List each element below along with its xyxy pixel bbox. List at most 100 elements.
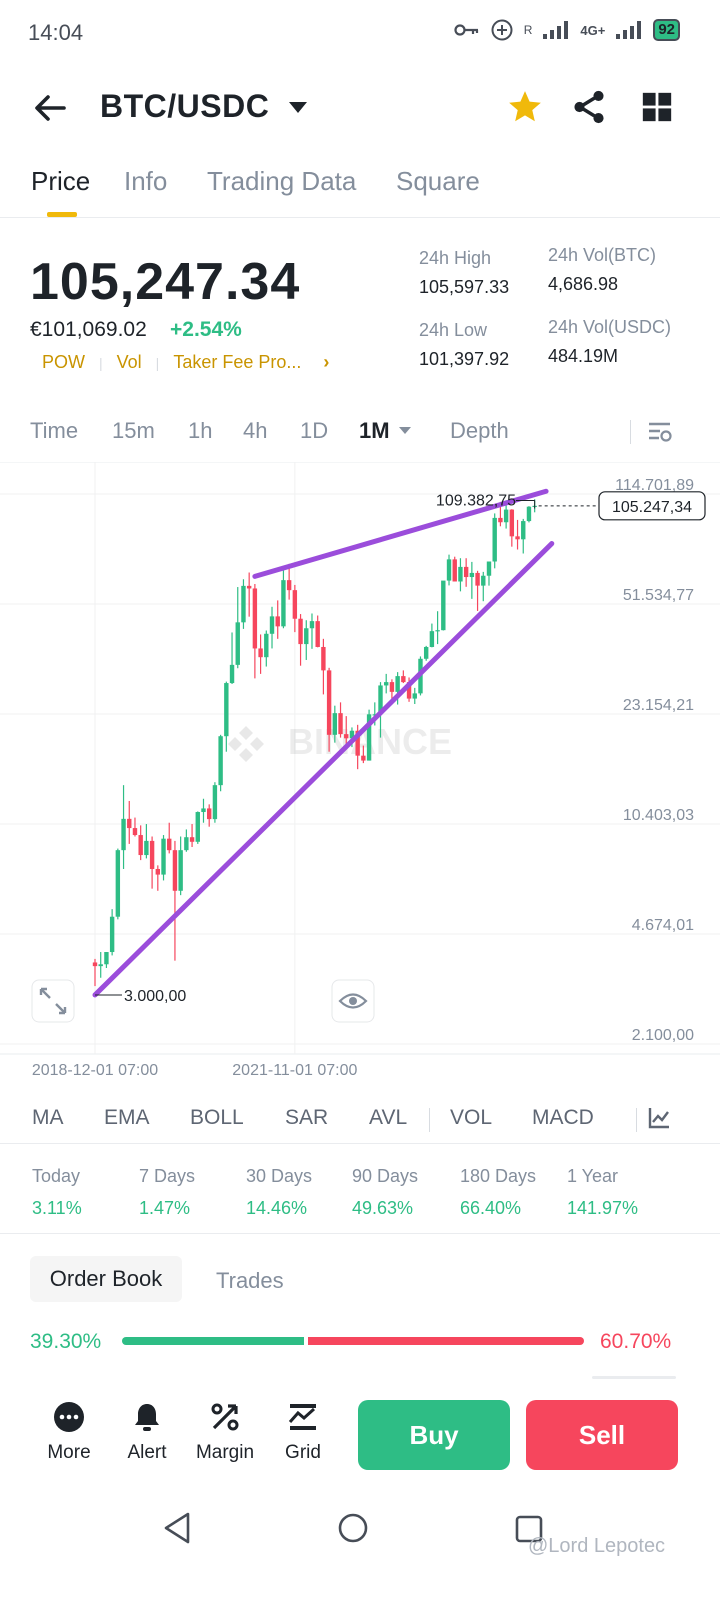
- tab-info[interactable]: Info: [124, 166, 167, 197]
- chart-settings-icon[interactable]: [646, 418, 674, 446]
- candle-body: [492, 517, 497, 562]
- bid-ratio-fill: [122, 1337, 304, 1345]
- candle-body: [144, 840, 149, 856]
- candle-body: [481, 575, 486, 586]
- candle-body: [326, 670, 332, 735]
- interval-depth[interactable]: Depth: [450, 418, 509, 444]
- tab-order-book[interactable]: Order Book: [30, 1256, 182, 1302]
- candle-body: [115, 850, 121, 917]
- buy-button[interactable]: Buy: [358, 1400, 510, 1470]
- more-action[interactable]: More: [33, 1400, 105, 1464]
- grid-layout-icon[interactable]: [640, 90, 674, 124]
- candle-body: [384, 682, 389, 686]
- y-tick-label: 10.403,03: [623, 807, 694, 824]
- candle-body: [503, 509, 509, 523]
- indicator-boll[interactable]: BOLL: [190, 1106, 244, 1130]
- indicator-sar[interactable]: SAR: [285, 1106, 328, 1130]
- perf-label-30d: 30 Days: [246, 1166, 313, 1186]
- alert-label: Alert: [127, 1442, 167, 1463]
- sell-button[interactable]: Sell: [526, 1400, 678, 1470]
- candle-body: [104, 952, 109, 965]
- candle-body: [309, 621, 315, 629]
- tag-taker-fee[interactable]: Taker Fee Pro...: [173, 352, 301, 373]
- candle-body: [395, 676, 400, 692]
- candle-body: [172, 850, 178, 891]
- status-icons: R 4G+ 92: [454, 18, 680, 42]
- tag-pow[interactable]: POW: [42, 352, 85, 373]
- tab-price[interactable]: Price: [31, 166, 90, 197]
- candle-body: [509, 509, 515, 537]
- fiat-price: €101,069.02: [30, 318, 147, 341]
- interval-15m[interactable]: 15m: [112, 418, 155, 444]
- divider: [429, 1108, 430, 1132]
- 24h-vol-usdc-value: 484.19M: [548, 346, 619, 366]
- margin-action[interactable]: Margin: [189, 1400, 261, 1464]
- chevron-right-icon[interactable]: ›: [323, 352, 329, 373]
- candle-body: [498, 517, 503, 523]
- candle-body: [441, 580, 446, 631]
- low-marker-label: 3.000,00: [124, 988, 186, 1005]
- bid-percentage: 39.30%: [30, 1330, 102, 1353]
- grid-action[interactable]: Grid: [267, 1400, 339, 1464]
- tag-separator: |: [155, 354, 160, 371]
- candle-body: [446, 559, 452, 581]
- back-arrow-icon[interactable]: [30, 88, 70, 128]
- grid-bot-icon[interactable]: [286, 1400, 320, 1434]
- indicator-macd[interactable]: MACD: [532, 1106, 594, 1130]
- visibility-toggle-button[interactable]: [331, 979, 375, 1023]
- perf-value-1y: 141.97%: [567, 1198, 639, 1218]
- indicator-avl[interactable]: AVL: [369, 1106, 407, 1130]
- tab-square[interactable]: Square: [396, 166, 480, 197]
- divider: [636, 1108, 637, 1132]
- more-icon[interactable]: [52, 1400, 86, 1434]
- candle-body: [127, 818, 132, 829]
- interval-1m[interactable]: 1M: [359, 418, 390, 444]
- expand-chart-button[interactable]: [31, 979, 75, 1023]
- battery-icon: 92: [653, 19, 680, 41]
- pair-title[interactable]: BTC/USDC: [100, 88, 269, 125]
- candle-body: [201, 808, 206, 813]
- tag-vol[interactable]: Vol: [117, 352, 142, 373]
- candle-body: [304, 628, 309, 645]
- indicator-ema[interactable]: EMA: [104, 1106, 150, 1130]
- perf-label-today: Today: [32, 1166, 81, 1186]
- candle-body: [469, 572, 475, 578]
- candle-body: [292, 590, 298, 619]
- credit-watermark: @Lord Lepotec: [528, 1535, 666, 1557]
- perf-value-30d: 14.46%: [246, 1198, 308, 1218]
- 24h-low-value: 101,397.92: [419, 349, 510, 369]
- indicator-settings-icon[interactable]: [647, 1106, 671, 1130]
- interval-dropdown-caret-icon[interactable]: [398, 426, 412, 436]
- tab-trades[interactable]: Trades: [216, 1268, 284, 1294]
- percent-icon[interactable]: [208, 1400, 242, 1434]
- ask-percentage: 60.70%: [600, 1330, 672, 1353]
- favorite-star-icon[interactable]: [506, 88, 544, 126]
- interval-1h[interactable]: 1h: [188, 418, 212, 444]
- candle-body: [246, 585, 252, 589]
- nav-home-icon[interactable]: [337, 1512, 369, 1544]
- interval-1d[interactable]: 1D: [300, 418, 328, 444]
- perf-label-180d: 180 Days: [460, 1166, 537, 1186]
- candle-body: [275, 616, 280, 627]
- candle-body: [361, 755, 366, 761]
- indicator-vol[interactable]: VOL: [450, 1106, 492, 1130]
- price-chart[interactable]: BINANCE 114.701,8951.534,7723.154,2110.4…: [0, 462, 720, 1092]
- interval-4h[interactable]: 4h: [243, 418, 267, 444]
- candle-body: [521, 521, 526, 540]
- perf-label-1y: 1 Year: [567, 1166, 619, 1186]
- pair-dropdown-caret-icon[interactable]: [289, 102, 307, 113]
- network-type: 4G+: [580, 22, 606, 38]
- tab-trading-data[interactable]: Trading Data: [207, 166, 356, 197]
- interval-time[interactable]: Time: [30, 418, 78, 444]
- candle-body: [332, 713, 338, 735]
- divider: [630, 420, 631, 444]
- last-price: 105,247.34: [30, 253, 301, 311]
- candle-body: [315, 621, 320, 647]
- bell-icon[interactable]: [130, 1400, 164, 1434]
- signal-icon: [543, 21, 569, 39]
- nav-back-icon[interactable]: [160, 1510, 194, 1546]
- share-icon[interactable]: [570, 88, 608, 126]
- indicator-ma[interactable]: MA: [32, 1106, 64, 1130]
- candle-body: [486, 561, 492, 576]
- alert-action[interactable]: Alert: [111, 1400, 183, 1464]
